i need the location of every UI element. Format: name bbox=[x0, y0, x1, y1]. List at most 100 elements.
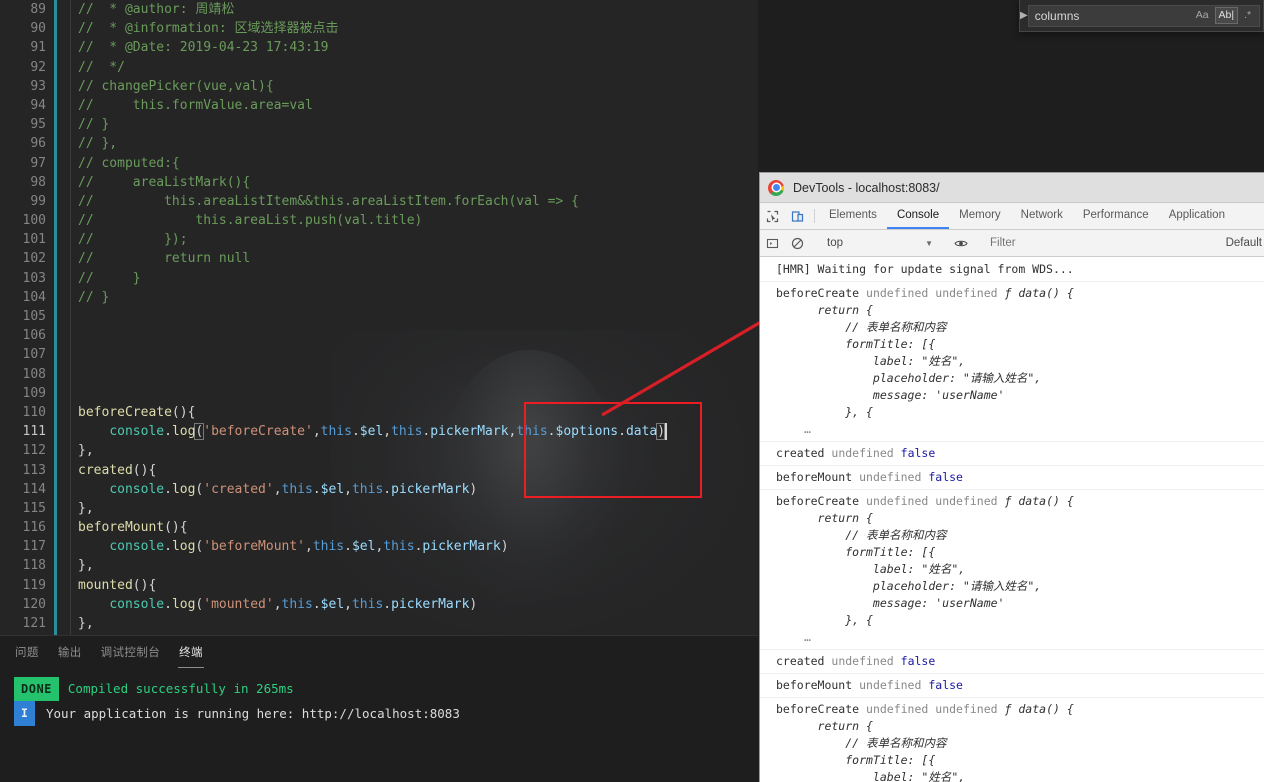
code-line-99[interactable]: 99// this.areaListItem&&this.areaListIte… bbox=[0, 192, 758, 211]
console-log-message[interactable]: [HMR] Waiting for update signal from WDS… bbox=[760, 258, 1264, 282]
code-line-116[interactable]: 116beforeMount(){ bbox=[0, 518, 758, 537]
code-line-121[interactable]: 121}, bbox=[0, 614, 758, 633]
line-number: 119 bbox=[0, 576, 46, 595]
code-line-89[interactable]: 89// * @author: 周靖松 bbox=[0, 0, 758, 19]
code-line-91[interactable]: 91// * @Date: 2019-04-23 17:43:19 bbox=[0, 38, 758, 57]
device-toolbar-icon[interactable] bbox=[785, 203, 810, 229]
line-number: 116 bbox=[0, 518, 46, 537]
code-line-92[interactable]: 92 // */ bbox=[0, 58, 758, 77]
line-number: 97 bbox=[0, 154, 46, 173]
editor-find-widget[interactable]: ▶ Aa Ab| .* bbox=[1019, 0, 1264, 32]
console-log-beforeMount[interactable]: beforeMount undefined false bbox=[760, 674, 1264, 698]
line-number: 90 bbox=[0, 19, 46, 38]
compile-message: Compiled successfully in 265ms bbox=[68, 678, 294, 700]
code-line-text: console.log('mounted',this.$el,this.pick… bbox=[78, 595, 477, 614]
console-context-label: top bbox=[827, 237, 843, 249]
tab-elements[interactable]: Elements bbox=[819, 203, 887, 229]
console-log-created[interactable]: created undefined false bbox=[760, 442, 1264, 466]
line-number: 91 bbox=[0, 38, 46, 57]
code-line-text: // areaListMark(){ bbox=[78, 173, 250, 192]
code-line-103[interactable]: 103// } bbox=[0, 269, 758, 288]
console-log-beforecreate-object[interactable]: beforeCreate undefined undefined ƒ data(… bbox=[760, 698, 1264, 782]
terminal-line-compiled: DONE Compiled successfully in 265ms bbox=[14, 677, 758, 701]
tab-memory[interactable]: Memory bbox=[949, 203, 1011, 229]
console-log-beforeMount[interactable]: beforeMount undefined false bbox=[760, 466, 1264, 490]
panel-tab-2[interactable]: 调试控制台 bbox=[100, 637, 162, 668]
panel-tab-0[interactable]: 问题 bbox=[14, 637, 40, 668]
code-line-text: // computed:{ bbox=[78, 154, 180, 173]
code-line-96[interactable]: 96// }, bbox=[0, 134, 758, 153]
code-line-102[interactable]: 102 // return null bbox=[0, 249, 758, 268]
line-number: 109 bbox=[0, 384, 46, 403]
match-whole-word-icon[interactable]: Ab| bbox=[1215, 7, 1239, 24]
code-line-97[interactable]: 97 // computed:{ bbox=[0, 154, 758, 173]
devtools-tab-bar[interactable]: ElementsConsoleMemoryNetworkPerformanceA… bbox=[760, 203, 1264, 230]
code-line-text: // } bbox=[78, 288, 109, 307]
code-line-115[interactable]: 115}, bbox=[0, 499, 758, 518]
code-line-text: // this.areaListItem&&this.areaListItem.… bbox=[78, 192, 579, 211]
code-line-100[interactable]: 100// this.areaList.push(val.title) bbox=[0, 211, 758, 230]
panel-tab-1[interactable]: 输出 bbox=[57, 637, 83, 668]
line-number: 108 bbox=[0, 365, 46, 384]
panel-tab-3[interactable]: 终端 bbox=[178, 637, 204, 668]
line-number: 105 bbox=[0, 307, 46, 326]
devtools-tabs-container[interactable]: ElementsConsoleMemoryNetworkPerformanceA… bbox=[819, 203, 1235, 229]
panel-tab-bar[interactable]: 问题输出调试控制台终端 bbox=[0, 636, 758, 668]
line-number: 121 bbox=[0, 614, 46, 633]
live-expression-eye-icon[interactable] bbox=[948, 237, 973, 250]
line-number: 96 bbox=[0, 134, 46, 153]
code-line-101[interactable]: 101// }); bbox=[0, 230, 758, 249]
line-number: 93 bbox=[0, 77, 46, 96]
code-line-94[interactable]: 94// this.formValue.area=val bbox=[0, 96, 758, 115]
console-log-created[interactable]: created undefined false bbox=[760, 650, 1264, 674]
code-line-119[interactable]: 119 mounted(){ bbox=[0, 576, 758, 595]
inspect-element-icon[interactable] bbox=[760, 203, 785, 229]
tab-console[interactable]: Console bbox=[887, 203, 949, 229]
line-number: 102 bbox=[0, 249, 46, 268]
console-log-list[interactable]: [HMR] Waiting for update signal from WDS… bbox=[760, 258, 1264, 782]
console-toolbar[interactable]: top ▼ Default bbox=[760, 230, 1264, 257]
devtools-window[interactable]: DevTools - localhost:8083/ ElementsConso… bbox=[759, 172, 1264, 782]
match-case-icon[interactable]: Aa bbox=[1192, 7, 1213, 24]
chevron-right-icon[interactable]: ▶ bbox=[1020, 10, 1028, 21]
done-badge: DONE bbox=[14, 677, 59, 701]
search-input[interactable] bbox=[1035, 9, 1190, 23]
line-number: 112 bbox=[0, 441, 46, 460]
devtools-titlebar[interactable]: DevTools - localhost:8083/ bbox=[760, 173, 1264, 203]
console-sidebar-icon[interactable] bbox=[760, 237, 785, 250]
code-line-118[interactable]: 118}, bbox=[0, 556, 758, 575]
tab-performance[interactable]: Performance bbox=[1073, 203, 1159, 229]
tab-application[interactable]: Application bbox=[1159, 203, 1235, 229]
code-line-98[interactable]: 98// areaListMark(){ bbox=[0, 173, 758, 192]
code-line-95[interactable]: 95// } bbox=[0, 115, 758, 134]
code-line-text: // */ bbox=[78, 58, 125, 77]
line-number: 92 bbox=[0, 58, 46, 77]
use-regex-icon[interactable]: .* bbox=[1240, 7, 1255, 24]
line-number: 104 bbox=[0, 288, 46, 307]
clear-console-icon[interactable] bbox=[785, 237, 810, 250]
find-input-wrapper[interactable]: Aa Ab| .* bbox=[1028, 5, 1260, 27]
code-line-93[interactable]: 93 // changePicker(vue,val){ bbox=[0, 77, 758, 96]
code-line-120[interactable]: 120 console.log('mounted',this.$el,this.… bbox=[0, 595, 758, 614]
code-line-text: // changePicker(vue,val){ bbox=[78, 77, 274, 96]
console-log-beforecreate-object[interactable]: beforeCreate undefined undefined ƒ data(… bbox=[760, 282, 1264, 442]
tab-network[interactable]: Network bbox=[1011, 203, 1073, 229]
code-line-text: console.log('beforeMount',this.$el,this.… bbox=[78, 537, 509, 556]
code-line-text: mounted(){ bbox=[78, 576, 156, 595]
code-line-117[interactable]: 117 console.log('beforeMount',this.$el,t… bbox=[0, 537, 758, 556]
bottom-panel[interactable]: 问题输出调试控制台终端 DONE Compiled successfully i… bbox=[0, 635, 758, 782]
line-number: 100 bbox=[0, 211, 46, 230]
code-line-text: // return null bbox=[78, 249, 250, 268]
running-message: Your application is running here: http:/… bbox=[46, 703, 460, 725]
log-level-selector[interactable]: Default bbox=[1226, 237, 1264, 249]
line-number: 117 bbox=[0, 537, 46, 556]
console-context-selector[interactable]: top ▼ bbox=[819, 237, 939, 249]
filter-input[interactable] bbox=[982, 237, 1226, 249]
code-line-90[interactable]: 90// * @information: 区域选择器被点击 bbox=[0, 19, 758, 38]
code-line-text: // * @author: 周靖松 bbox=[78, 0, 234, 19]
chevron-down-icon[interactable]: ▼ bbox=[925, 239, 933, 248]
line-number: 106 bbox=[0, 326, 46, 345]
console-log-beforecreate-object[interactable]: beforeCreate undefined undefined ƒ data(… bbox=[760, 490, 1264, 650]
screen: 89// * @author: 周靖松90// * @information: … bbox=[0, 0, 1264, 782]
line-number: 118 bbox=[0, 556, 46, 575]
